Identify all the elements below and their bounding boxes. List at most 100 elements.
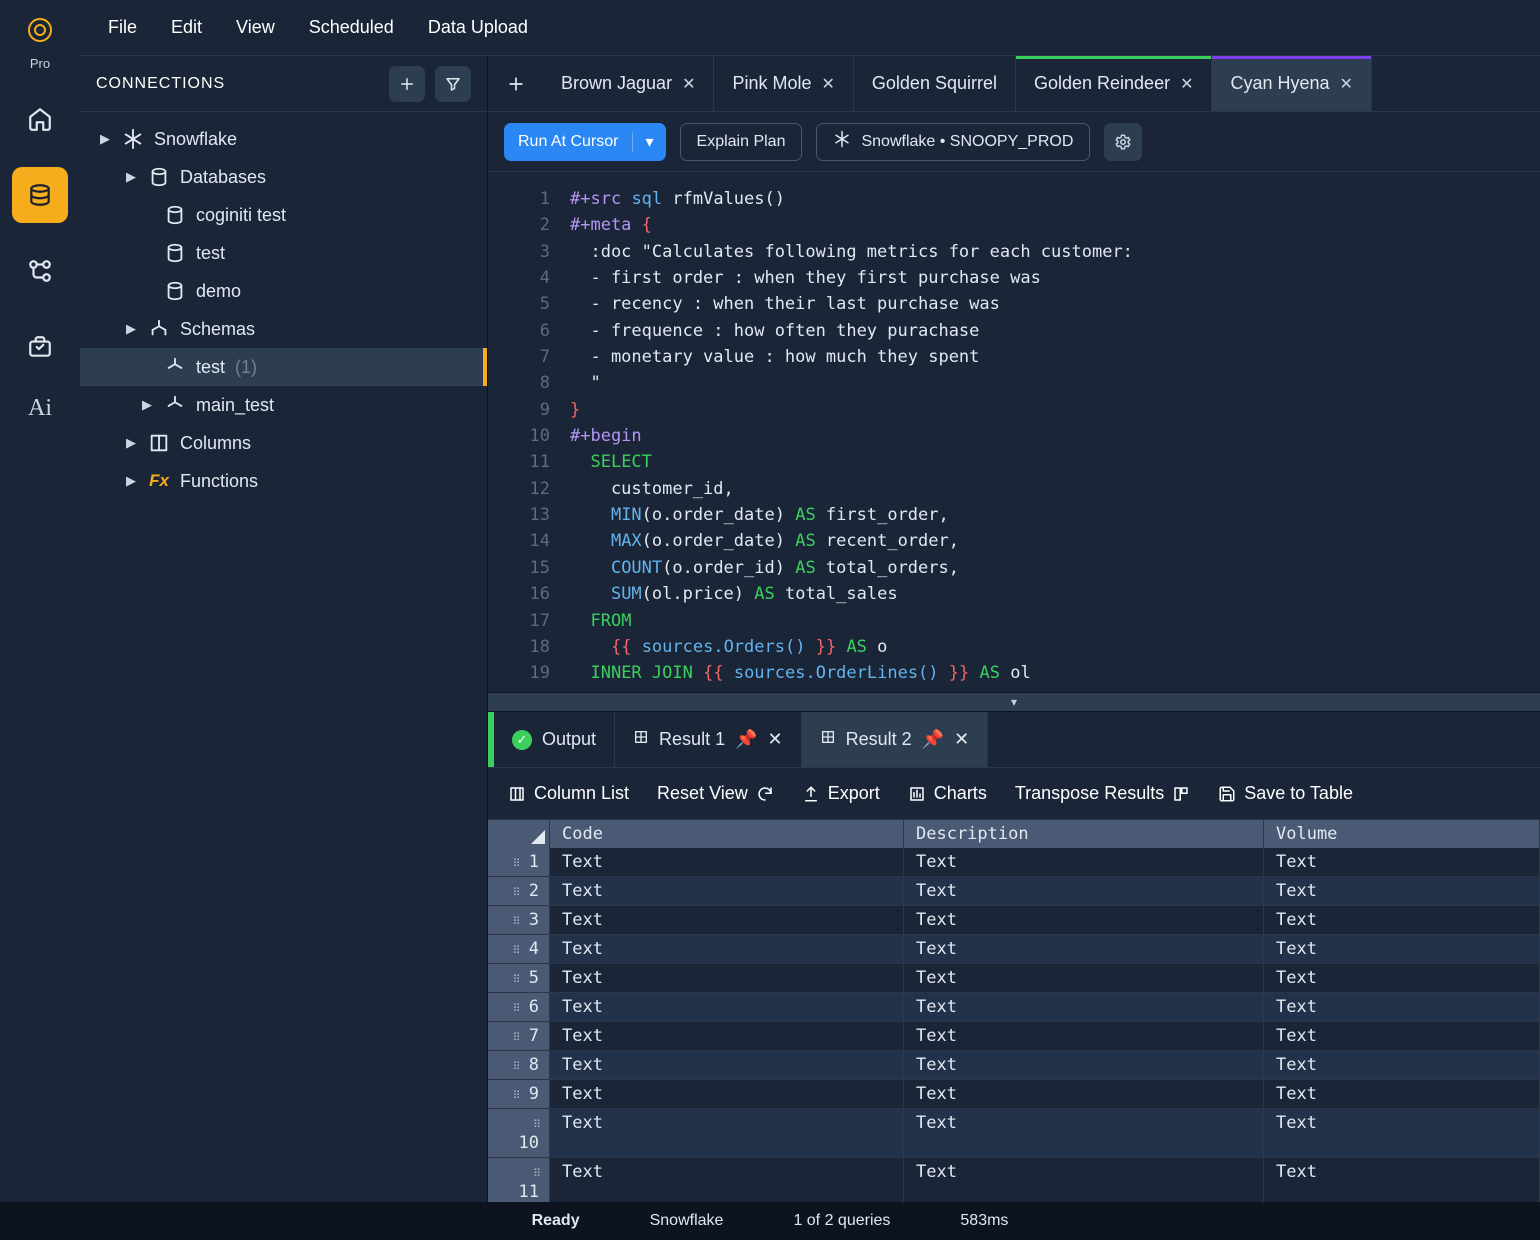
table-row[interactable]: ⠿ 3 Text Text Text (488, 906, 1540, 935)
tree-connection[interactable]: ▶ Snowflake (80, 120, 487, 158)
tree-databases[interactable]: ▶ Databases (80, 158, 487, 196)
cell[interactable]: Text (904, 1080, 1264, 1108)
tree-db-item[interactable]: test (80, 234, 487, 272)
pin-icon[interactable]: 📌 (735, 729, 757, 750)
table-row[interactable]: ⠿ 9 Text Text Text (488, 1080, 1540, 1109)
explain-plan-button[interactable]: Explain Plan (680, 123, 803, 161)
menu-edit[interactable]: Edit (171, 17, 202, 38)
table-row[interactable]: ⠿ 8 Text Text Text (488, 1051, 1540, 1080)
save-to-table-button[interactable]: Save to Table (1218, 783, 1353, 804)
cell[interactable]: Text (550, 1080, 904, 1108)
row-handle[interactable]: ⠿ 3 (488, 906, 550, 934)
cell[interactable]: Text (904, 906, 1264, 934)
tab-item-active[interactable]: Cyan Hyena✕ (1212, 56, 1371, 111)
tree-columns[interactable]: ▶ Columns (80, 424, 487, 462)
settings-button[interactable] (1104, 123, 1142, 161)
close-icon[interactable]: ✕ (682, 74, 695, 94)
table-row[interactable]: ⠿ 4 Text Text Text (488, 935, 1540, 964)
table-row[interactable]: ⠿ 11 Text Text Text (488, 1158, 1540, 1202)
transpose-button[interactable]: Transpose Results (1015, 783, 1190, 804)
cell[interactable]: Text (1264, 935, 1540, 963)
row-handle[interactable]: ⠿ 4 (488, 935, 550, 963)
row-handle[interactable]: ⠿ 1 (488, 848, 550, 876)
charts-button[interactable]: Charts (908, 783, 987, 804)
filter-button[interactable] (435, 66, 471, 102)
menu-view[interactable]: View (236, 17, 275, 38)
cell[interactable]: Text (1264, 964, 1540, 992)
table-row[interactable]: ⠿ 7 Text Text Text (488, 1022, 1540, 1051)
cell[interactable]: Text (1264, 848, 1540, 876)
pin-icon[interactable]: 📌 (922, 729, 944, 750)
cell[interactable]: Text (904, 1022, 1264, 1050)
cell[interactable]: Text (1264, 877, 1540, 905)
cell[interactable]: Text (1264, 1051, 1540, 1079)
column-header[interactable]: Code (550, 820, 904, 848)
cell[interactable]: Text (904, 964, 1264, 992)
tree-schema-item-selected[interactable]: test (1) (80, 348, 487, 386)
cell[interactable]: Text (550, 993, 904, 1021)
nav-pipelines[interactable] (12, 243, 68, 299)
nav-connections[interactable] (12, 167, 68, 223)
row-handle[interactable]: ⠿ 6 (488, 993, 550, 1021)
row-handle[interactable]: ⠿ 7 (488, 1022, 550, 1050)
tab-item[interactable]: Brown Jaguar✕ (543, 56, 714, 111)
cell[interactable]: Text (1264, 1158, 1540, 1202)
select-all-corner[interactable] (488, 820, 550, 848)
cell[interactable]: Text (550, 1022, 904, 1050)
tree-db-item[interactable]: demo (80, 272, 487, 310)
cell[interactable]: Text (550, 964, 904, 992)
cell[interactable]: Text (904, 993, 1264, 1021)
tab-item[interactable]: Pink Mole✕ (714, 56, 853, 111)
tab-item[interactable]: Golden Squirrel (854, 56, 1016, 111)
nav-home[interactable] (12, 91, 68, 147)
panel-collapser[interactable]: ▾ (488, 692, 1540, 712)
close-icon[interactable]: ✕ (1340, 74, 1353, 94)
row-handle[interactable]: ⠿ 8 (488, 1051, 550, 1079)
result-tab-active[interactable]: Result 2 📌 ✕ (802, 712, 989, 767)
table-row[interactable]: ⠿ 2 Text Text Text (488, 877, 1540, 906)
cell[interactable]: Text (1264, 1022, 1540, 1050)
cell[interactable]: Text (550, 1158, 904, 1202)
result-tab[interactable]: Result 1 📌 ✕ (615, 712, 802, 767)
table-row[interactable]: ⠿ 1 Text Text Text (488, 848, 1540, 877)
cell[interactable]: Text (1264, 1080, 1540, 1108)
row-handle[interactable]: ⠿ 11 (488, 1158, 550, 1202)
connection-chip[interactable]: Snowflake • SNOOPY_PROD (816, 123, 1090, 161)
table-row[interactable]: ⠿ 6 Text Text Text (488, 993, 1540, 1022)
cell[interactable]: Text (904, 877, 1264, 905)
cell[interactable]: Text (550, 1109, 904, 1157)
results-grid[interactable]: Code Description Volume ⠿ 1 Text Text Te… (488, 820, 1540, 1202)
cell[interactable]: Text (550, 848, 904, 876)
row-handle[interactable]: ⠿ 9 (488, 1080, 550, 1108)
cell[interactable]: Text (904, 1158, 1264, 1202)
cell[interactable]: Text (904, 1051, 1264, 1079)
cell[interactable]: Text (550, 1051, 904, 1079)
export-button[interactable]: Export (802, 783, 880, 804)
table-row[interactable]: ⠿ 5 Text Text Text (488, 964, 1540, 993)
close-icon[interactable]: ✕ (954, 729, 969, 750)
column-header[interactable]: Description (904, 820, 1264, 848)
cell[interactable]: Text (1264, 993, 1540, 1021)
column-header[interactable]: Volume (1264, 820, 1540, 848)
cell[interactable]: Text (904, 848, 1264, 876)
cell[interactable]: Text (904, 935, 1264, 963)
row-handle[interactable]: ⠿ 2 (488, 877, 550, 905)
run-dropdown-icon[interactable]: ▾ (632, 132, 665, 152)
row-handle[interactable]: ⠿ 10 (488, 1109, 550, 1157)
cell[interactable]: Text (550, 935, 904, 963)
menu-scheduled[interactable]: Scheduled (309, 17, 394, 38)
cell[interactable]: Text (550, 906, 904, 934)
cell[interactable]: Text (550, 877, 904, 905)
menu-file[interactable]: File (108, 17, 137, 38)
result-tab-output[interactable]: ✓ Output (494, 712, 615, 767)
cell[interactable]: Text (1264, 906, 1540, 934)
cell[interactable]: Text (1264, 1109, 1540, 1157)
tab-item[interactable]: Golden Reindeer✕ (1016, 56, 1213, 111)
tree-db-item[interactable]: coginiti test (80, 196, 487, 234)
row-handle[interactable]: ⠿ 5 (488, 964, 550, 992)
nav-ai[interactable]: Ai (28, 395, 52, 422)
close-icon[interactable]: ✕ (768, 729, 783, 750)
tree-schemas[interactable]: ▶ Schemas (80, 310, 487, 348)
tree-schema-item[interactable]: ▶ main_test (80, 386, 487, 424)
menu-data-upload[interactable]: Data Upload (428, 17, 528, 38)
